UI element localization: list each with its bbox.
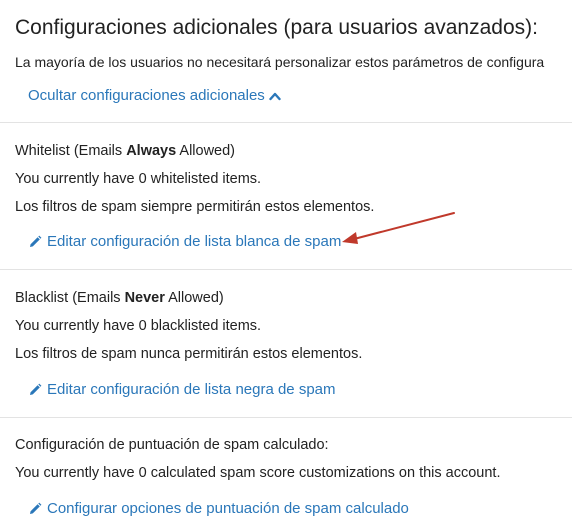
divider [0, 417, 572, 418]
spam-score-count: You currently have 0 calculated spam sco… [15, 465, 501, 481]
spam-score-section: Configuración de puntuación de spam calc… [15, 435, 570, 483]
edit-whitelist-label: Editar configuración de lista blanca de … [47, 233, 342, 250]
page-title: Configuraciones adicionales (para usuari… [15, 16, 538, 39]
edit-blacklist-label: Editar configuración de lista negra de s… [47, 381, 336, 398]
blacklist-label: Blacklist (Emails Never Allowed) [15, 290, 224, 306]
advanced-settings-header: Configuraciones adicionales (para usuari… [15, 14, 572, 72]
whitelist-section: Whitelist (Emails Always Allowed) You cu… [15, 141, 570, 217]
hide-advanced-settings-link[interactable]: Ocultar configuraciones adicionales [28, 86, 281, 106]
edit-whitelist-link[interactable]: Editar configuración de lista blanca de … [28, 232, 341, 252]
hide-advanced-settings-label: Ocultar configuraciones adicionales [28, 87, 265, 104]
edit-blacklist-link[interactable]: Editar configuración de lista negra de s… [28, 380, 336, 400]
pencil-icon [30, 235, 42, 247]
divider [0, 122, 572, 123]
chevron-up-icon [269, 92, 281, 101]
configure-spam-score-label: Configurar opciones de puntuación de spa… [47, 500, 409, 517]
divider [0, 269, 572, 270]
whitelist-label: Whitelist (Emails Always Allowed) [15, 143, 236, 159]
configure-spam-score-link[interactable]: Configurar opciones de puntuación de spa… [28, 499, 409, 519]
whitelist-info: Los filtros de spam siempre permitirán e… [15, 199, 375, 215]
spam-score-label: Configuración de puntuación de spam calc… [15, 437, 329, 453]
annotation-arrow-icon [342, 212, 455, 244]
page-description: La mayoría de los usuarios no necesitará… [15, 54, 545, 70]
blacklist-info: Los filtros de spam nunca permitirán est… [15, 346, 363, 362]
pencil-icon [30, 383, 42, 395]
whitelist-count: You currently have 0 whitelisted items. [15, 171, 262, 187]
blacklist-count: You currently have 0 blacklisted items. [15, 318, 262, 334]
pencil-icon [30, 502, 42, 514]
blacklist-section: Blacklist (Emails Never Allowed) You cur… [15, 288, 570, 364]
spam-settings-page: Configuraciones adicionales (para usuari… [0, 0, 572, 532]
